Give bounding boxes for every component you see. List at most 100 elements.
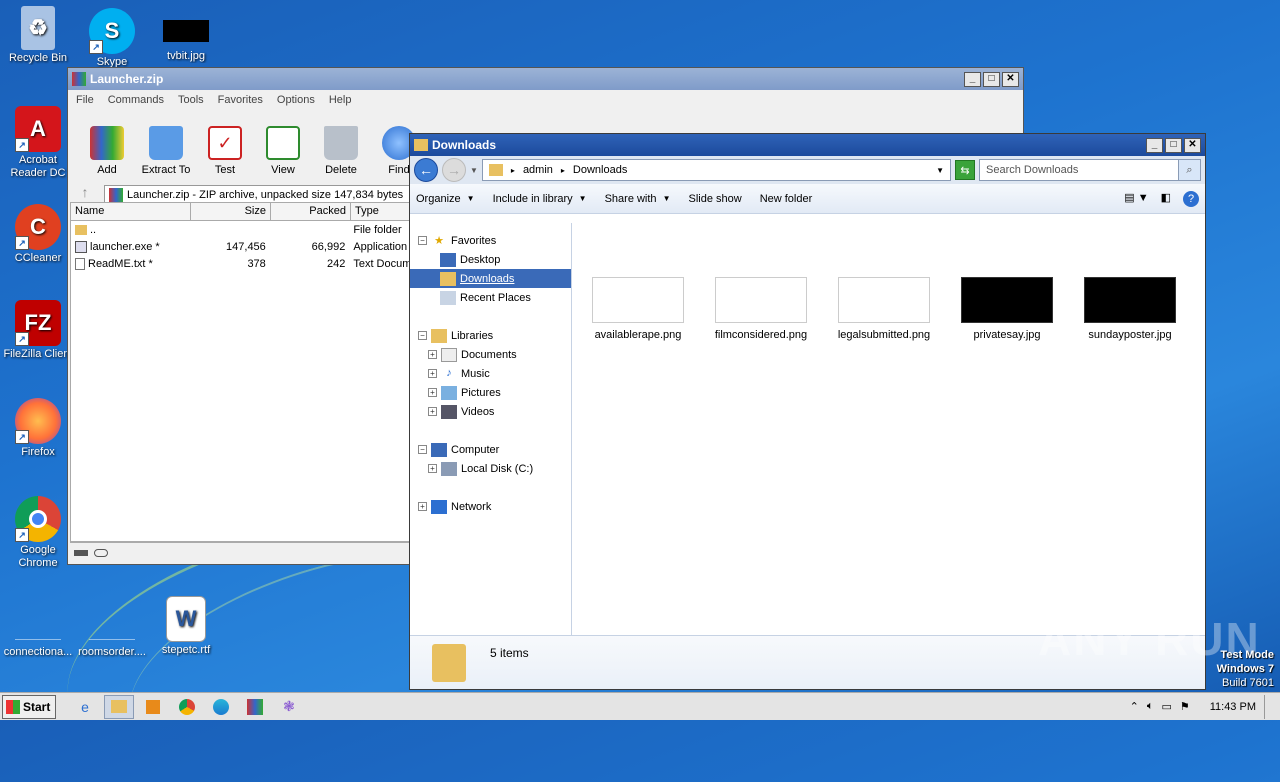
desktop-icon-skype[interactable]: S ↗ Skype <box>74 8 150 69</box>
nav-downloads[interactable]: Downloads <box>410 269 571 288</box>
network-status-icon[interactable]: ▭ <box>1161 700 1171 713</box>
view-button[interactable]: View <box>254 110 312 182</box>
nav-documents[interactable]: + Documents <box>410 345 571 364</box>
close-button[interactable]: ✕ <box>1184 137 1201 153</box>
volume-icon[interactable]: 🔈︎ <box>1147 700 1154 713</box>
menu-file[interactable]: File <box>76 94 94 106</box>
menu-help[interactable]: Help <box>329 94 352 106</box>
chevron-down-icon[interactable]: ▼ <box>936 166 944 175</box>
view-options-icon[interactable]: ▤ ▼ <box>1124 191 1148 207</box>
nav-computer[interactable]: − Computer <box>410 440 571 459</box>
share-with-button[interactable]: Share with ▼ <box>605 193 671 205</box>
refresh-icon[interactable]: ⇆ <box>955 160 975 180</box>
table-row[interactable]: ReadME.txt * 378 242 Text Document <box>71 255 409 272</box>
desktop-icon-filezilla[interactable]: FZ ↗ FileZilla Client <box>0 300 76 361</box>
desktop-icon-ccleaner[interactable]: C ↗ CCleaner <box>0 204 76 265</box>
desktop-icon-chrome[interactable]: ↗ Google Chrome <box>0 496 76 570</box>
extract-to-button[interactable]: Extract To <box>136 110 196 182</box>
expand-icon[interactable]: + <box>428 369 437 378</box>
tray-overflow-icon[interactable]: ⌃ <box>1130 700 1139 713</box>
maximize-button[interactable]: □ <box>1165 137 1182 153</box>
back-arrow-icon[interactable]: ← <box>414 158 438 182</box>
menu-commands[interactable]: Commands <box>108 94 164 106</box>
test-button[interactable]: ✓ Test <box>196 110 254 182</box>
search-input[interactable]: Search Downloads ⌕ <box>979 159 1201 181</box>
expand-icon[interactable]: + <box>428 407 437 416</box>
chevron-right-icon[interactable]: ▸ <box>561 166 565 175</box>
winrar-icon[interactable] <box>240 695 270 719</box>
column-size[interactable]: Size <box>191 203 271 220</box>
collapse-icon[interactable]: − <box>418 236 427 245</box>
show-desktop-button[interactable] <box>1264 694 1274 719</box>
file-item[interactable]: privatesay.jpg <box>947 277 1067 341</box>
nav-label: Libraries <box>451 329 494 342</box>
history-dropdown-icon[interactable]: ▼ <box>470 166 478 175</box>
desktop-icon-recycle-bin[interactable]: ♻ Recycle Bin <box>0 6 76 65</box>
test-clipboard-icon: ✓ <box>208 126 242 160</box>
expand-icon[interactable]: + <box>428 350 437 359</box>
close-button[interactable]: ✕ <box>1002 71 1019 87</box>
column-packed[interactable]: Packed <box>271 203 351 220</box>
table-row[interactable]: launcher.exe * 147,456 66,992 Applicatio… <box>71 238 409 255</box>
nav-pictures[interactable]: + Pictures <box>410 383 571 402</box>
explorer-titlebar[interactable]: Downloads _ □ ✕ <box>410 134 1205 156</box>
desktop-icon-firefox[interactable]: ↗ Firefox <box>0 398 76 459</box>
edge-icon[interactable] <box>206 695 236 719</box>
collapse-icon[interactable]: − <box>418 331 427 340</box>
expand-icon[interactable]: + <box>428 464 437 473</box>
expand-icon[interactable]: + <box>418 502 427 511</box>
delete-button[interactable]: Delete <box>312 110 370 182</box>
chevron-down-icon: ▼ <box>578 194 587 203</box>
file-item[interactable]: sundayposter.jpg <box>1070 277 1190 341</box>
preview-pane-icon[interactable]: ◧ <box>1161 191 1171 207</box>
nav-network[interactable]: + Network <box>410 497 571 516</box>
organize-button[interactable]: Organize ▼ <box>416 193 475 205</box>
media-player-icon[interactable] <box>138 695 168 719</box>
menu-favorites[interactable]: Favorites <box>218 94 263 106</box>
minimize-button[interactable]: _ <box>1146 137 1163 153</box>
nav-music[interactable]: + ♪ Music <box>410 364 571 383</box>
action-center-flag-icon[interactable]: ⚑ <box>1180 700 1190 713</box>
breadcrumb-admin[interactable]: admin <box>523 164 553 176</box>
file-item[interactable]: filmconsidered.png <box>701 277 821 341</box>
desktop-icon-tvbit[interactable]: tvbit.jpg <box>148 20 224 63</box>
desktop-icon-connectiona[interactable]: connectiona... <box>0 620 76 659</box>
breadcrumb[interactable]: ▸ admin ▸ Downloads ▼ <box>481 159 951 181</box>
breadcrumb-downloads[interactable]: Downloads <box>573 164 627 176</box>
file-item[interactable]: legalsubmitted.png <box>824 277 944 341</box>
chrome-icon[interactable] <box>172 695 202 719</box>
minimize-button[interactable]: _ <box>964 71 981 87</box>
slide-show-button[interactable]: Slide show <box>688 193 741 205</box>
search-icon[interactable]: ⌕ <box>1178 160 1200 180</box>
nav-local-disk[interactable]: + Local Disk (C:) <box>410 459 571 478</box>
help-icon[interactable]: ? <box>1183 190 1199 207</box>
menu-tools[interactable]: Tools <box>178 94 204 106</box>
table-row[interactable]: .. File folder <box>71 221 409 238</box>
explorer-icon[interactable] <box>104 694 134 719</box>
winrar-titlebar[interactable]: Launcher.zip _ □ ✕ <box>68 68 1023 90</box>
column-type[interactable]: Type <box>351 203 409 220</box>
chevron-right-icon[interactable]: ▸ <box>511 166 515 175</box>
file-item[interactable]: availablerape.png <box>578 277 698 341</box>
nav-desktop[interactable]: Desktop <box>410 250 571 269</box>
menu-options[interactable]: Options <box>277 94 315 106</box>
column-name[interactable]: Name <box>71 203 191 220</box>
expand-icon[interactable]: + <box>428 388 437 397</box>
maximize-button[interactable]: □ <box>983 71 1000 87</box>
generic-app-icon[interactable]: ❃ <box>274 695 304 719</box>
collapse-icon[interactable]: − <box>418 445 427 454</box>
nav-favorites[interactable]: − ★ Favorites <box>410 231 571 250</box>
start-button[interactable]: Start <box>2 694 56 719</box>
forward-arrow-icon[interactable]: → <box>442 158 466 182</box>
desktop-icon-roomsorder[interactable]: roomsorder.... <box>74 620 150 659</box>
nav-libraries[interactable]: − Libraries <box>410 326 571 345</box>
nav-recent-places[interactable]: Recent Places <box>410 288 571 307</box>
desktop-icon-acrobat[interactable]: A ↗ Acrobat Reader DC <box>0 106 76 180</box>
clock[interactable]: 11:43 PM <box>1210 701 1256 713</box>
include-in-library-button[interactable]: Include in library ▼ <box>493 193 587 205</box>
desktop-icon-stepetc[interactable]: W stepetc.rtf <box>148 596 224 657</box>
nav-videos[interactable]: + Videos <box>410 402 571 421</box>
new-folder-button[interactable]: New folder <box>760 193 813 205</box>
add-button[interactable]: Add <box>78 110 136 182</box>
ie-icon[interactable]: e <box>70 695 100 719</box>
